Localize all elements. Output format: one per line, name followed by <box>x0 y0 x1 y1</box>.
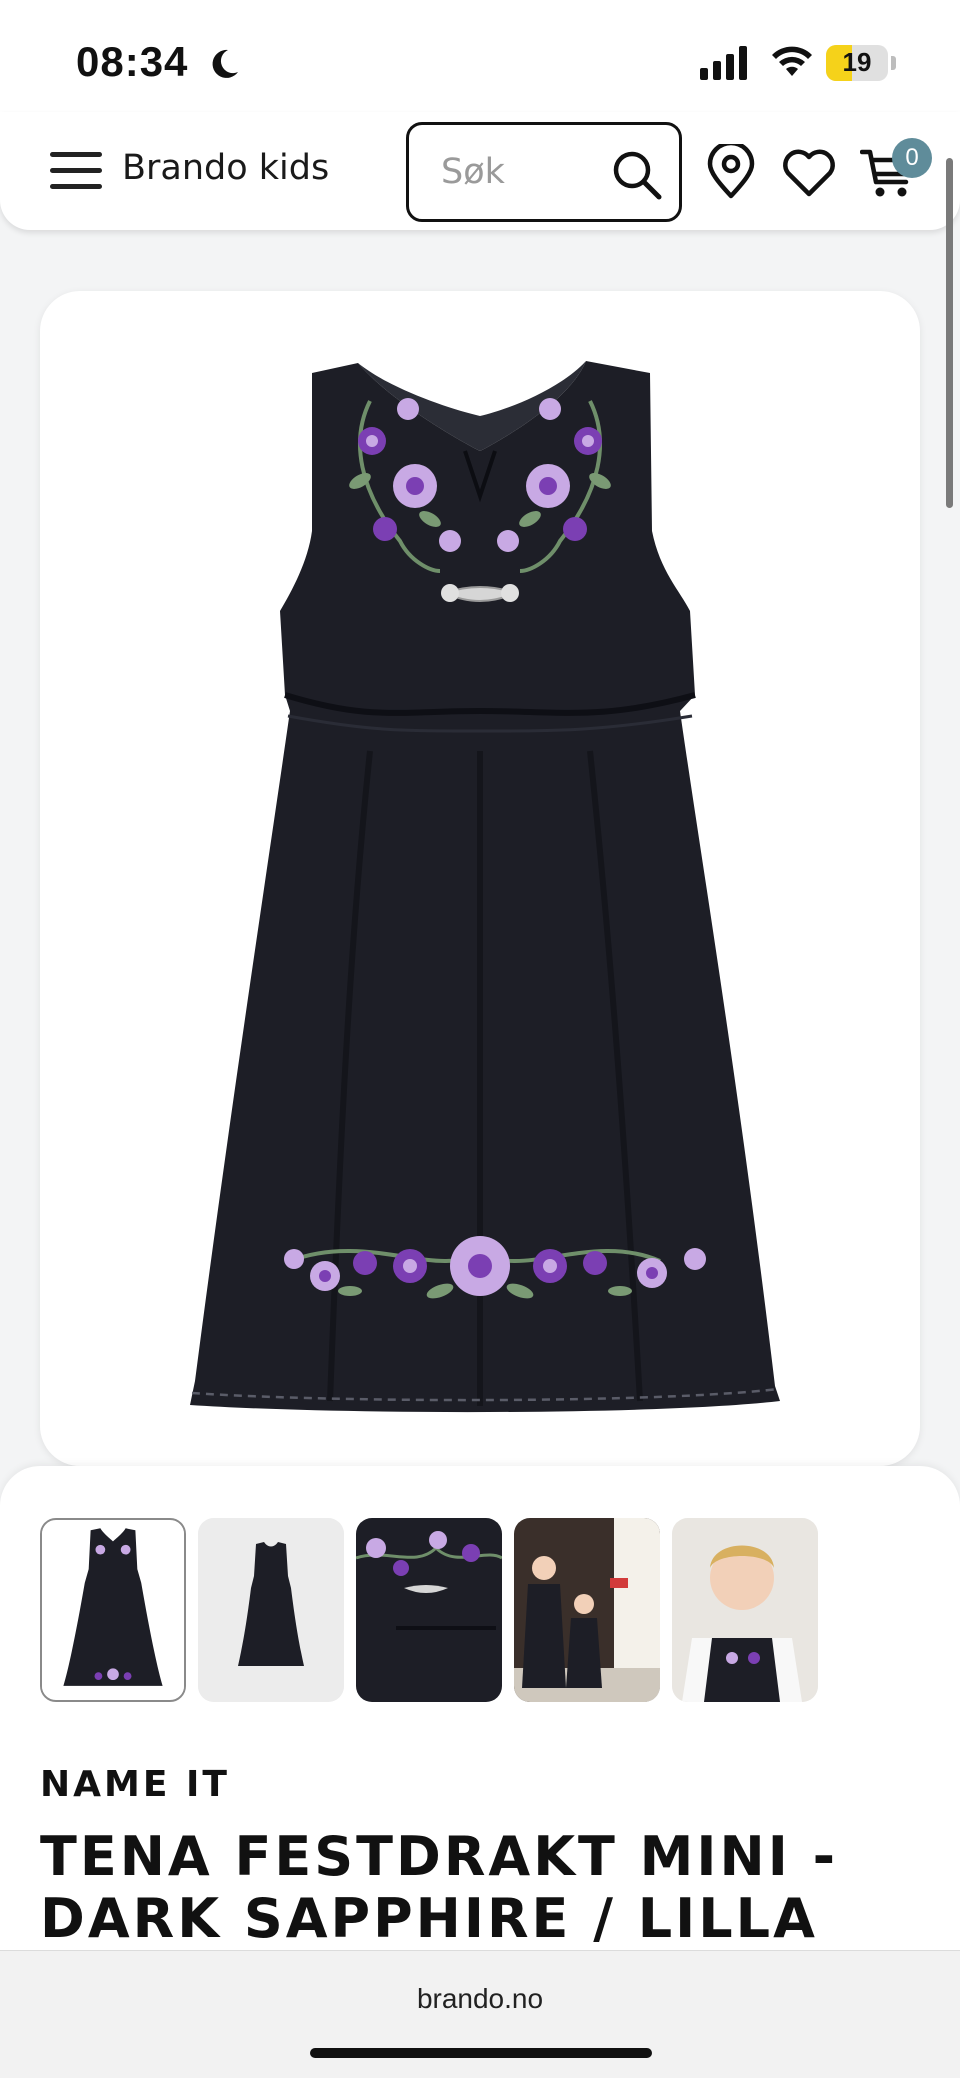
thumbnail-image <box>672 1518 818 1702</box>
moon-icon <box>212 49 238 78</box>
scrollbar[interactable] <box>946 158 953 508</box>
status-time: 08:34 <box>76 38 189 85</box>
heart-icon[interactable] <box>780 146 838 200</box>
thumbnail-2[interactable] <box>198 1518 344 1702</box>
product-brand[interactable]: NAME IT <box>40 1764 230 1805</box>
product-image-card[interactable] <box>40 291 920 1466</box>
thumbnail-5[interactable] <box>672 1518 818 1702</box>
battery-indicator: 19 <box>826 45 888 81</box>
signal-icon <box>700 46 747 80</box>
thumbnail-image <box>198 1518 344 1702</box>
brand-logo[interactable]: Brando kids <box>122 148 329 188</box>
thumbnail-image <box>356 1518 502 1702</box>
thumbnail-image <box>514 1518 660 1702</box>
thumbnail-3[interactable] <box>356 1518 502 1702</box>
thumbnail-4[interactable] <box>514 1518 660 1702</box>
product-title: TENA FESTDRAKT MINI - DARK SAPPHIRE / LI… <box>40 1825 839 1950</box>
menu-icon[interactable] <box>48 146 104 196</box>
search-icon[interactable] <box>611 149 663 201</box>
thumbnail-strip <box>40 1518 920 1702</box>
location-icon[interactable] <box>704 144 758 200</box>
product-image <box>190 361 780 1413</box>
address-url[interactable]: brando.no <box>0 1983 960 2015</box>
clasp-ornament <box>441 584 519 602</box>
search-box[interactable] <box>406 122 682 222</box>
search-input[interactable] <box>439 147 589 197</box>
cart-count-badge: 0 <box>892 138 932 178</box>
battery-level: 19 <box>842 47 872 77</box>
thumbnail-1[interactable] <box>40 1518 186 1702</box>
battery-cap <box>891 56 896 70</box>
wifi-icon <box>772 46 812 76</box>
status-bar: 08:34 19 <box>0 0 960 120</box>
site-header: Brando kids 0 <box>0 112 960 230</box>
browser-address-bar[interactable]: brando.no <box>0 1950 960 2078</box>
home-indicator[interactable] <box>310 2048 652 2058</box>
thumbnail-image <box>42 1520 184 1700</box>
